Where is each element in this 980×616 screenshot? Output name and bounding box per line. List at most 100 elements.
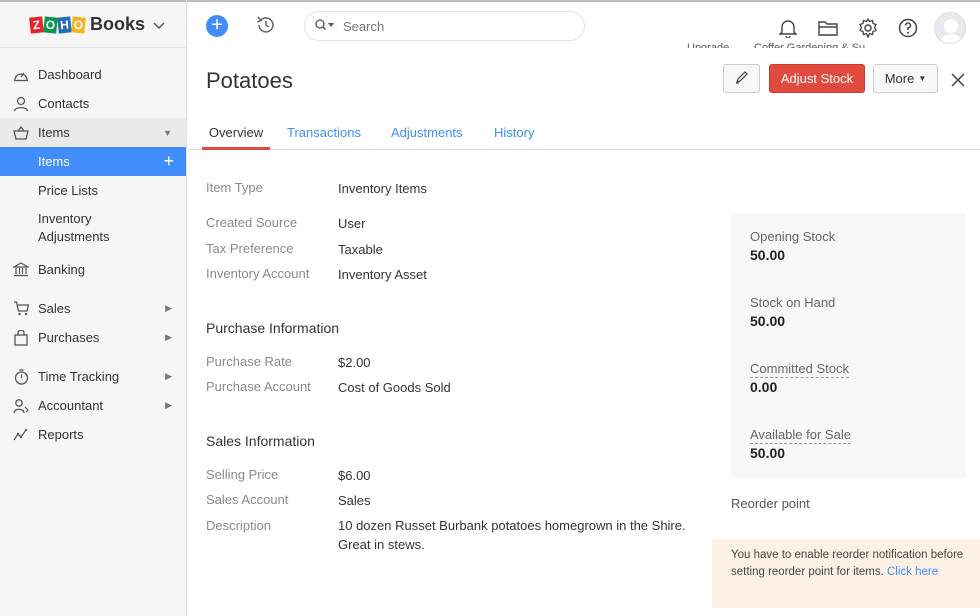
sidebar-item-label: Dashboard bbox=[38, 67, 102, 82]
help-icon[interactable] bbox=[888, 15, 928, 41]
sidebar-item-label: Contacts bbox=[38, 96, 90, 111]
description-label: Description bbox=[206, 518, 272, 533]
basket-icon bbox=[12, 125, 30, 141]
stopwatch-icon bbox=[12, 368, 30, 385]
sales-account-label: Sales Account bbox=[206, 492, 289, 507]
tab-adjustments[interactable]: Adjustments bbox=[391, 125, 463, 150]
created-source-label: Created Source bbox=[206, 215, 298, 230]
sidebar-item-label: Accountant bbox=[38, 398, 104, 413]
reorder-notification-note: You have to enable reorder notification … bbox=[712, 539, 980, 608]
purchase-info-heading: Purchase Information bbox=[206, 320, 340, 336]
sales-info-heading: Sales Information bbox=[206, 433, 315, 449]
sidebar-subitem-items[interactable]: Items + bbox=[0, 147, 186, 176]
shopping-bag-icon bbox=[12, 329, 30, 346]
reorder-point-label: Reorder point bbox=[731, 496, 810, 511]
sidebar-item-accountant[interactable]: Accountant ▶ bbox=[0, 391, 186, 420]
item-detail-panel: Potatoes Adjust Stock More ▼ Overview Tra… bbox=[188, 48, 980, 616]
cart-icon bbox=[12, 301, 30, 317]
caret-right-icon: ▶ bbox=[165, 400, 172, 410]
purchase-rate-value: $2.00 bbox=[338, 355, 371, 370]
caret-down-icon: ▼ bbox=[163, 127, 172, 138]
sidebar-subitem-label: Items bbox=[38, 154, 70, 169]
search-box[interactable] bbox=[304, 11, 585, 41]
stock-summary-card: Opening Stock 50.00 Stock on Hand 50.00 … bbox=[731, 214, 966, 478]
sidebar-item-items[interactable]: Items ▼ bbox=[0, 118, 186, 147]
item-type-label: Item Type bbox=[206, 180, 263, 195]
reorder-settings-link[interactable]: Click here bbox=[887, 566, 938, 578]
inventory-account-label: Inventory Account bbox=[206, 266, 310, 281]
tab-bar: Overview Transactions Adjustments Histor… bbox=[188, 118, 980, 150]
sidebar-item-label: Time Tracking bbox=[38, 369, 120, 384]
created-source-value: User bbox=[338, 216, 366, 231]
tax-preference-value: Taxable bbox=[338, 242, 383, 257]
sidebar-item-time-tracking[interactable]: Time Tracking ▶ bbox=[0, 362, 186, 391]
history-icon[interactable] bbox=[255, 14, 277, 39]
notification-bell-icon[interactable] bbox=[768, 15, 808, 41]
page-title: Potatoes bbox=[206, 68, 293, 93]
search-input[interactable] bbox=[343, 18, 543, 34]
avatar[interactable] bbox=[934, 12, 966, 44]
user-icon bbox=[12, 96, 30, 112]
quick-create-button[interactable]: + bbox=[206, 15, 228, 37]
sidebar-item-label: Banking bbox=[38, 262, 85, 277]
accountant-icon bbox=[12, 398, 30, 414]
sidebar-item-label: Sales bbox=[38, 301, 71, 316]
close-icon[interactable] bbox=[948, 70, 968, 90]
bank-icon bbox=[12, 262, 30, 278]
brand-name: Books bbox=[90, 14, 146, 34]
tax-preference-label: Tax Preference bbox=[206, 241, 294, 256]
tab-overview[interactable]: Overview bbox=[202, 125, 270, 150]
sidebar-subitem-price-lists[interactable]: Price Lists bbox=[0, 176, 186, 205]
caret-right-icon: ▶ bbox=[165, 332, 172, 342]
sidebar-subitem-label: Price Lists bbox=[38, 183, 98, 198]
edit-button[interactable] bbox=[723, 64, 760, 93]
top-bar: + Upgrade Coffer Gardening & Su... bbox=[187, 0, 980, 50]
stock-on-hand-label: Stock on Hand bbox=[750, 295, 836, 310]
sidebar-subitem-inventory-adjustments[interactable]: Inventory Adjustments bbox=[0, 205, 186, 251]
caret-right-icon: ▶ bbox=[165, 371, 172, 381]
available-for-sale-value: 50.00 bbox=[750, 445, 786, 461]
opening-stock-label: Opening Stock bbox=[750, 229, 836, 244]
chevron-down-icon[interactable] bbox=[153, 17, 165, 33]
sidebar-item-reports[interactable]: Reports bbox=[0, 420, 186, 449]
available-for-sale-label[interactable]: Available for Sale bbox=[750, 427, 851, 444]
tab-transactions[interactable]: Transactions bbox=[287, 125, 361, 150]
sidebar: ZOHO Books Dashboard Contacts Items ▼ It… bbox=[0, 0, 187, 616]
description-value: 10 dozen Russet Burbank potatoes homegro… bbox=[338, 518, 686, 552]
adjust-stock-button[interactable]: Adjust Stock bbox=[769, 64, 865, 93]
sidebar-item-label: Purchases bbox=[38, 330, 100, 345]
committed-stock-label[interactable]: Committed Stock bbox=[750, 361, 849, 378]
folder-icon[interactable] bbox=[808, 15, 848, 41]
selling-price-value: $6.00 bbox=[338, 468, 371, 483]
pencil-icon bbox=[735, 70, 749, 87]
committed-stock-value: 0.00 bbox=[750, 379, 778, 395]
sidebar-item-purchases[interactable]: Purchases ▶ bbox=[0, 323, 186, 352]
tab-history[interactable]: History bbox=[494, 125, 534, 150]
sidebar-item-sales[interactable]: Sales ▶ bbox=[0, 294, 186, 323]
stock-on-hand-value: 50.00 bbox=[750, 313, 786, 329]
sales-account-value: Sales bbox=[338, 493, 371, 508]
zoho-logo: ZOHO bbox=[29, 15, 86, 34]
sidebar-item-label: Reports bbox=[38, 427, 84, 442]
sidebar-item-dashboard[interactable]: Dashboard bbox=[0, 60, 186, 89]
sidebar-item-label: Items bbox=[38, 125, 70, 140]
search-icon[interactable] bbox=[315, 18, 335, 34]
gear-icon[interactable] bbox=[848, 15, 888, 41]
brand-switcher[interactable]: ZOHO Books bbox=[0, 0, 186, 48]
line-chart-icon bbox=[12, 427, 30, 443]
sidebar-item-banking[interactable]: Banking bbox=[0, 255, 186, 284]
purchase-account-value: Cost of Goods Sold bbox=[338, 380, 451, 395]
opening-stock-value: 50.00 bbox=[750, 247, 786, 263]
sidebar-item-contacts[interactable]: Contacts bbox=[0, 89, 186, 118]
purchase-account-label: Purchase Account bbox=[206, 379, 311, 394]
more-button[interactable]: More ▼ bbox=[873, 64, 938, 93]
caret-right-icon: ▶ bbox=[165, 303, 172, 313]
purchase-rate-label: Purchase Rate bbox=[206, 354, 292, 369]
add-item-icon[interactable]: + bbox=[163, 151, 174, 172]
inventory-account-value: Inventory Asset bbox=[338, 267, 427, 282]
item-type-value: Inventory Items bbox=[338, 181, 427, 196]
caret-down-icon: ▼ bbox=[918, 74, 927, 83]
dashboard-icon bbox=[12, 67, 30, 83]
sidebar-subitem-label: Inventory Adjustments bbox=[38, 211, 110, 244]
selling-price-label: Selling Price bbox=[206, 467, 279, 482]
